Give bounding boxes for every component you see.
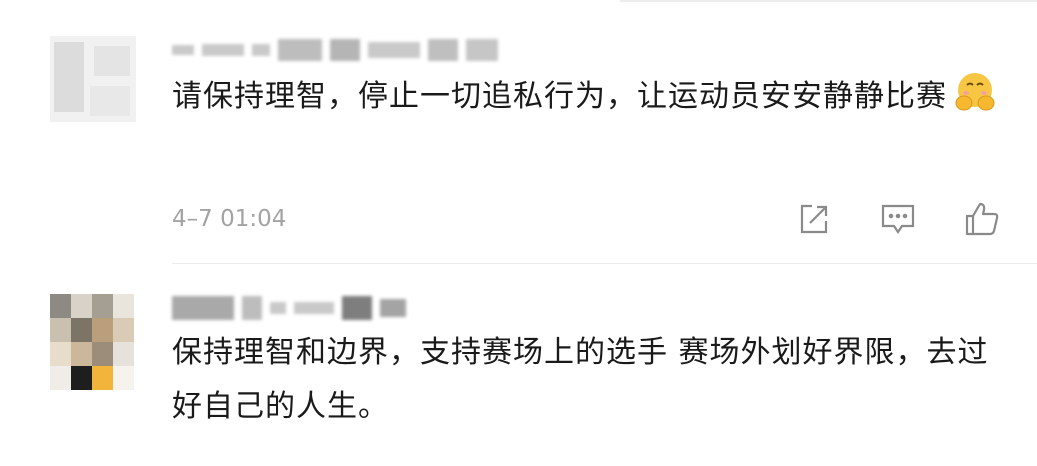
share-icon[interactable]: [795, 200, 833, 238]
hugging-face-emoji: [953, 70, 997, 114]
avatar[interactable]: [50, 36, 136, 122]
username-blurred[interactable]: [172, 294, 406, 322]
comment-text: 保持理智和边界，支持赛场上的选手 赛场外划好界限，去过好自己的人生。: [172, 335, 989, 424]
reply-icon[interactable]: [879, 200, 917, 238]
comment-item: 保持理智和边界，支持赛场上的选手 赛场外划好界限，去过好自己的人生。: [0, 288, 1037, 466]
top-divider: [620, 0, 1037, 2]
comment-actions: [795, 200, 1001, 238]
avatar[interactable]: [50, 294, 134, 390]
comment-text: 请保持理智，停止一切追私行为，让运动员安安静静比赛: [172, 70, 1002, 124]
comment-divider: [172, 263, 1037, 264]
comment-item: 请保持理智，停止一切追私行为，让运动员安安静静比赛 4–7 01:04: [0, 28, 1037, 258]
comment-timestamp: 4–7 01:04: [172, 206, 287, 232]
like-icon[interactable]: [963, 200, 1001, 238]
username-blurred[interactable]: [172, 36, 498, 64]
